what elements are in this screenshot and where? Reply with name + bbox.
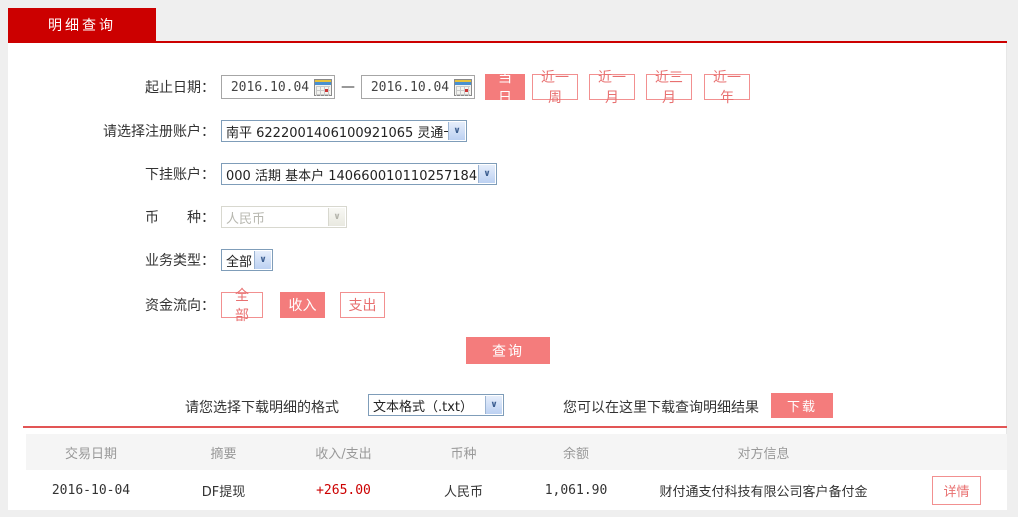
cell-currency: 人民币 <box>443 484 483 500</box>
tab-detail-query[interactable]: 明细查询 <box>8 8 156 42</box>
cell-balance: 1,061.90 <box>544 482 608 498</box>
cell-summary: DF提现 <box>201 484 246 500</box>
date-to-input[interactable]: 2016.10.04 <box>361 75 475 99</box>
query-button[interactable]: 查询 <box>466 337 550 364</box>
chevron-down-icon: ∨ <box>485 396 502 414</box>
date-range-row: 起止日期： 2016.10.04 — 2016.10.04 当日 近一周 近一月… <box>8 70 1006 106</box>
fund-flow-label: 资金流向： <box>145 298 215 314</box>
business-type-label: 业务类型： <box>145 253 215 269</box>
header-trade-date: 交易日期 <box>64 446 117 462</box>
business-type-row: 业务类型： 全部 ∨ <box>8 248 1006 272</box>
calendar-icon[interactable] <box>314 79 332 96</box>
header-summary: 摘要 <box>210 446 237 462</box>
currency-label: 币 种： <box>145 210 215 226</box>
download-format-select[interactable]: 文本格式（.txt） ∨ <box>368 394 504 416</box>
fund-flow-expense-button[interactable]: 支出 <box>340 292 385 318</box>
header-currency: 币种 <box>450 446 477 462</box>
sub-account-select[interactable]: 000 活期 基本户 1406600101102571848 ∨ <box>221 163 497 185</box>
table-header-row: 交易日期 摘要 收入/支出 币种 余额 对方信息 <box>26 434 1007 470</box>
table-row: 2016-10-04 DF提现 +265.00 人民币 1,061.90 财付通… <box>26 470 1007 510</box>
quick-range-quarter-button[interactable]: 近三月 <box>646 70 692 106</box>
register-account-row: 请选择注册账户： 南平 6222001406100921065 灵通卡 ∨ <box>8 119 1006 143</box>
chevron-down-icon: ∨ <box>448 122 465 140</box>
calendar-icon[interactable] <box>454 79 472 96</box>
header-counterparty: 对方信息 <box>737 446 790 462</box>
business-type-select[interactable]: 全部 ∨ <box>221 249 273 271</box>
sub-account-label: 下挂账户： <box>145 167 215 183</box>
fund-flow-all-button[interactable]: 全部 <box>221 288 263 324</box>
quick-range-week-button[interactable]: 近一周 <box>532 70 578 106</box>
date-range-dash: — <box>341 79 355 95</box>
header-amount: 收入/支出 <box>315 446 372 462</box>
quick-range-year-button[interactable]: 近一年 <box>704 70 750 106</box>
download-button[interactable]: 下载 <box>771 393 833 418</box>
fund-flow-income-button[interactable]: 收入 <box>280 292 325 318</box>
cell-amount: +265.00 <box>316 482 371 498</box>
content-panel: 起止日期： 2016.10.04 — 2016.10.04 当日 近一周 近一月… <box>8 43 1007 510</box>
date-from-input[interactable]: 2016.10.04 <box>221 75 335 99</box>
chevron-down-icon: ∨ <box>478 165 495 183</box>
quick-range-today-button[interactable]: 当日 <box>485 70 525 106</box>
register-account-label: 请选择注册账户： <box>103 124 215 140</box>
download-hint-text: 您可以在这里下载查询明细结果 <box>563 400 759 416</box>
download-format-label: 请您选择下载明细的格式 <box>185 400 339 416</box>
date-range-label: 起止日期： <box>145 80 215 96</box>
header-balance: 余额 <box>562 446 589 462</box>
cell-action: 详情 <box>906 475 1007 505</box>
register-account-select[interactable]: 南平 6222001406100921065 灵通卡 ∨ <box>221 120 467 142</box>
sub-account-value: 000 活期 基本户 1406600101102571848 <box>226 168 486 184</box>
sub-account-row: 下挂账户： 000 活期 基本户 1406600101102571848 ∨ <box>8 162 1006 186</box>
currency-select: 人民币 ∨ <box>221 206 347 228</box>
detail-button[interactable]: 详情 <box>932 475 981 505</box>
page: 明细查询 起止日期： 2016.10.04 — 2016.10.04 当日 近一… <box>0 0 1018 517</box>
chevron-down-icon: ∨ <box>254 251 271 269</box>
download-format-value: 文本格式（.txt） <box>373 399 474 415</box>
chevron-down-icon: ∨ <box>328 208 345 226</box>
fund-flow-row: 资金流向： 全部 收入 支出 <box>8 288 1006 324</box>
table-top-divider <box>23 426 1007 428</box>
quick-range-month-button[interactable]: 近一月 <box>589 70 635 106</box>
currency-row: 币 种： 人民币 ∨ <box>8 205 1006 229</box>
cell-trade-date: 2016-10-04 <box>51 482 131 498</box>
cell-counterparty: 财付通支付科技有限公司客户备付金 <box>659 484 868 500</box>
register-account-value: 南平 6222001406100921065 灵通卡 <box>226 125 457 141</box>
